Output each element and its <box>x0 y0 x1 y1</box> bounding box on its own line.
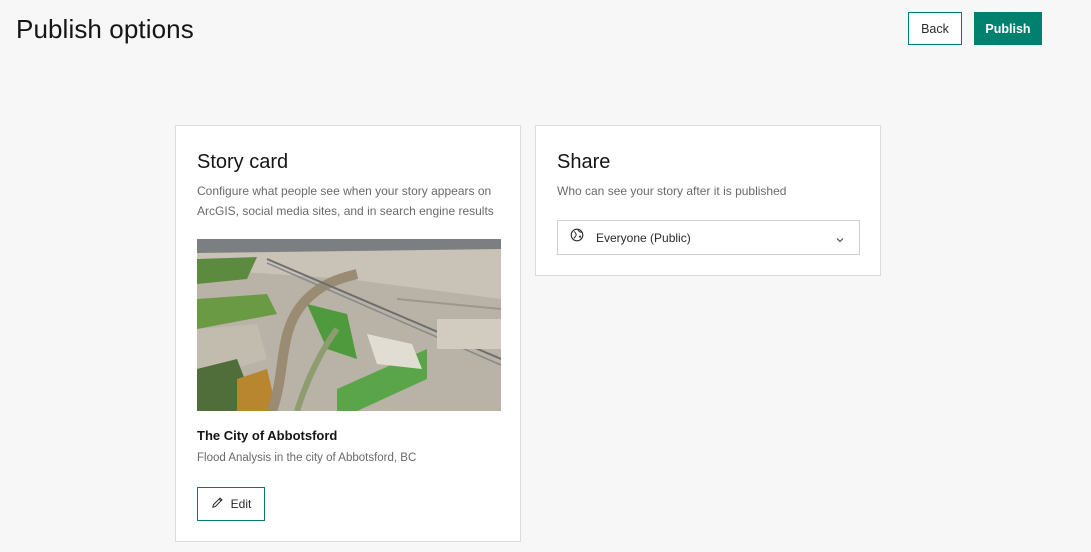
share-description: Who can see your story after it is publi… <box>557 184 787 198</box>
story-card-panel: Story card Configure what people see whe… <box>175 125 521 542</box>
share-selected-value: Everyone (Public) <box>596 230 691 245</box>
pencil-icon <box>211 496 224 512</box>
story-subtitle: Flood Analysis in the city of Abbotsford… <box>197 452 417 464</box>
flood-aerial-photo <box>197 239 501 411</box>
globe-icon <box>570 228 584 247</box>
share-panel: Share Who can see your story after it is… <box>535 125 881 276</box>
story-title: The City of Abbotsford <box>197 428 338 443</box>
share-title: Share <box>557 151 611 173</box>
publish-button[interactable]: Publish <box>974 12 1042 45</box>
story-card-title: Story card <box>197 151 289 173</box>
back-button[interactable]: Back <box>908 12 962 45</box>
story-thumbnail-image <box>197 239 501 411</box>
edit-button[interactable]: Edit <box>197 487 265 521</box>
page-title: Publish options <box>16 14 194 44</box>
edit-button-label: Edit <box>230 497 252 511</box>
chevron-down-icon <box>835 232 845 250</box>
share-visibility-select[interactable]: Everyone (Public) <box>557 220 860 255</box>
story-card-description: Configure what people see when your stor… <box>197 184 494 218</box>
